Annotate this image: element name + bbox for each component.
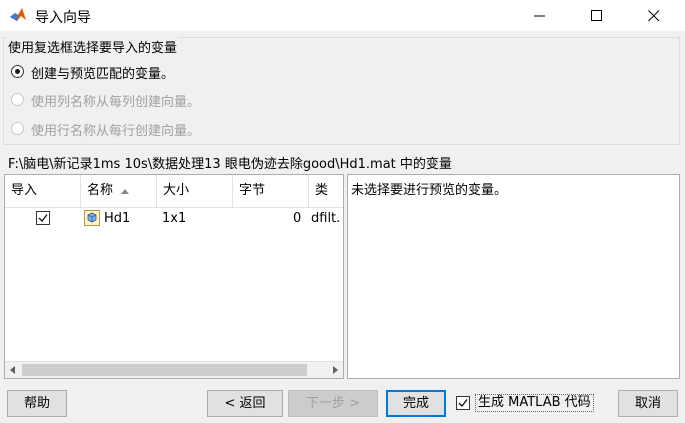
checkmark-icon [38,214,48,222]
import-checkbox[interactable] [36,211,50,225]
radio-indicator [11,122,24,135]
scrollbar-thumb[interactable] [22,364,307,376]
source-path-label: F:\脑电\新记录1ms 10s\数据处理13 眼电伪迹去除good\Hd1.m… [8,157,452,172]
sort-ascending-icon [121,189,129,194]
column-header-size[interactable]: 大小 [157,175,233,208]
maximize-button[interactable] [574,0,620,31]
variable-name: Hd1 [104,211,131,226]
column-header-class[interactable]: 类 [309,175,343,208]
minimize-icon [534,15,545,17]
radio-label: 使用列名称从每列创建向量。 [31,95,201,110]
radio-selected-indicator[interactable] [11,65,24,78]
close-button[interactable] [631,0,677,31]
preview-panel: 未选择要进行预览的变量。 [347,174,680,379]
radio-label: 使用行名称从每行创建向量。 [31,124,201,139]
variable-bytes: 0 [293,211,302,226]
title-bar[interactable]: 导入向导 [0,0,685,31]
column-header-name[interactable]: 名称 [81,175,157,208]
finish-button[interactable]: 完成 [386,390,446,417]
maximize-icon [591,10,602,21]
close-icon [648,10,660,22]
variable-class: dfilt. [311,211,341,226]
variables-table[interactable]: 导入 名称 大小 字节 类 Hd1 1x1 0 dfilt. [4,174,344,379]
scroll-right-icon[interactable] [333,366,338,374]
matlab-logo-icon [10,8,26,21]
minimize-button[interactable] [517,0,563,31]
generate-code-checkbox[interactable] [456,396,470,410]
radio-indicator [11,93,24,106]
radio-dot [15,69,20,74]
column-header-bytes[interactable]: 字节 [233,175,309,208]
generate-code-label[interactable]: 生成 MATLAB 代码 [475,394,594,412]
column-header-import[interactable]: 导入 [5,175,81,208]
next-button: 下一步 > [288,390,378,417]
horizontal-scrollbar[interactable] [5,361,343,378]
help-button[interactable]: 帮助 [7,390,67,417]
checkmark-icon [458,399,468,407]
cancel-button[interactable]: 取消 [618,390,678,417]
radio-label: 创建与预览匹配的变量。 [31,67,175,82]
window-title: 导入向导 [35,10,91,26]
preview-message: 未选择要进行预览的变量。 [351,183,508,198]
back-button[interactable]: < 返回 [207,390,283,417]
variable-size: 1x1 [162,211,187,226]
structure-variable-icon [84,210,100,226]
options-group-title: 使用复选框选择要导入的变量 [7,37,179,56]
scroll-left-icon[interactable] [10,366,15,374]
